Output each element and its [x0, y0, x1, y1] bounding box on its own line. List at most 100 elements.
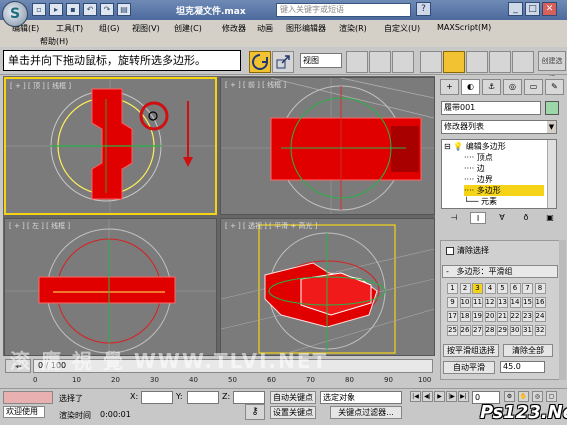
pin-stack-icon[interactable]: ⊣: [446, 212, 462, 224]
pivot-center-icon[interactable]: [346, 51, 368, 73]
next-frame-icon[interactable]: |▶: [446, 391, 457, 402]
rotate-tool-icon[interactable]: [249, 51, 271, 73]
smoothing-group-button[interactable]: 4: [484, 283, 496, 294]
smoothing-group-button[interactable]: 28: [484, 325, 496, 336]
smoothing-group-button[interactable]: 26: [459, 325, 471, 336]
smoothing-group-button[interactable]: 27: [472, 325, 483, 336]
viewport-front[interactable]: [ + ] [ 前 ] [ 线框 ]: [220, 77, 435, 215]
z-coordinate-field[interactable]: [233, 391, 265, 404]
viewport-top-label[interactable]: [ + ] [ 顶 ] [ 线框 ]: [10, 81, 71, 91]
object-name-field[interactable]: 履带001: [441, 101, 541, 115]
clear-all-button[interactable]: 清除全部: [503, 344, 553, 357]
viewport-perspective[interactable]: [ + ] [ 透视 ] [ 平滑 + 高光 ]: [220, 218, 435, 356]
stack-item-edge[interactable]: ···· 边: [464, 163, 485, 174]
viewport-top[interactable]: [ + ] [ 顶 ] [ 线框 ]: [4, 77, 217, 215]
menu-rendering[interactable]: 渲染(R): [339, 23, 367, 34]
chevron-down-icon[interactable]: ▼: [547, 121, 556, 133]
smoothing-group-button[interactable]: 23: [522, 311, 533, 322]
menu-modifiers[interactable]: 修改器: [222, 23, 246, 34]
maximize-button[interactable]: □: [525, 2, 540, 16]
redo-icon[interactable]: ↷: [100, 3, 114, 16]
checkbox-icon[interactable]: [446, 246, 454, 255]
goto-end-icon[interactable]: ▶|: [458, 391, 469, 402]
pan-view-icon[interactable]: ✋: [518, 391, 529, 402]
smoothing-group-button[interactable]: 16: [534, 297, 546, 308]
goto-start-icon[interactable]: |◀: [410, 391, 421, 402]
tab-modify[interactable]: ◐: [461, 79, 480, 95]
select-by-sg-button[interactable]: 按平滑组选择: [443, 344, 499, 357]
rollout-header[interactable]: - 多边形：平滑组: [442, 265, 558, 278]
set-key-button[interactable]: 设置关键点: [270, 406, 316, 419]
stack-item-vertex[interactable]: ···· 顶点: [464, 152, 493, 163]
project-folder-icon[interactable]: ▤: [117, 3, 131, 16]
close-button[interactable]: ✕: [542, 2, 557, 16]
smoothing-group-button[interactable]: 5: [497, 283, 508, 294]
maxscript-listener[interactable]: [3, 391, 53, 404]
save-file-icon[interactable]: ▪: [66, 3, 80, 16]
auto-smooth-button[interactable]: 自动平滑: [443, 361, 495, 374]
menu-help[interactable]: 帮助(H): [40, 36, 68, 47]
create-selection-set[interactable]: 创建选择: [538, 51, 566, 83]
stack-item-border[interactable]: ···· 边界: [464, 174, 493, 185]
time-config-icon[interactable]: ⚙: [504, 391, 515, 402]
menu-animation[interactable]: 动画: [257, 23, 273, 34]
panel-scrollbar[interactable]: [559, 240, 566, 380]
smoothing-group-button[interactable]: 19: [472, 311, 483, 322]
stack-scrollbar[interactable]: [547, 140, 556, 208]
menu-customize[interactable]: 自定义(U): [384, 23, 420, 34]
play-icon[interactable]: ▶: [434, 391, 445, 402]
smoothing-group-button[interactable]: 1: [447, 283, 458, 294]
orbit-view-icon[interactable]: ◎: [532, 391, 543, 402]
smoothing-group-button[interactable]: 15: [522, 297, 533, 308]
smoothing-group-button[interactable]: 20: [484, 311, 496, 322]
maximize-viewport-icon[interactable]: ▢: [546, 391, 557, 402]
stack-root[interactable]: ⊟ 💡 编辑多边形: [444, 141, 506, 152]
smoothing-group-button[interactable]: 2: [459, 283, 471, 294]
scale-tool-icon[interactable]: [272, 51, 294, 73]
smoothing-group-button[interactable]: 13: [497, 297, 508, 308]
menu-graph-editors[interactable]: 图形编辑器: [286, 23, 326, 34]
menu-maxscript[interactable]: MAXScript(M): [437, 23, 491, 32]
viewport-front-label[interactable]: [ + ] [ 前 ] [ 线框 ]: [225, 80, 286, 90]
remove-modifier-icon[interactable]: ð: [518, 212, 534, 224]
tab-motion[interactable]: ◎: [503, 79, 522, 95]
smoothing-group-button[interactable]: 24: [534, 311, 546, 322]
key-icon[interactable]: ⚷: [245, 404, 265, 420]
prev-frame-icon[interactable]: ◀|: [422, 391, 433, 402]
menu-views[interactable]: 视图(V): [132, 23, 160, 34]
viewport-left[interactable]: [ + ] [ 左 ] [ 线框 ]: [4, 218, 217, 356]
smoothing-group-button[interactable]: 8: [534, 283, 546, 294]
smoothing-group-button[interactable]: 31: [522, 325, 533, 336]
app-logo-icon[interactable]: S: [2, 1, 28, 27]
smoothing-group-button[interactable]: 11: [472, 297, 483, 308]
y-coordinate-field[interactable]: [187, 391, 219, 404]
minimize-button[interactable]: _: [508, 2, 523, 16]
smoothing-group-button[interactable]: 3: [472, 283, 483, 294]
smoothing-group-button[interactable]: 32: [534, 325, 546, 336]
viewport-perspective-label[interactable]: [ + ] [ 透视 ] [ 平滑 + 高光 ]: [225, 221, 317, 231]
smoothing-group-button[interactable]: 21: [497, 311, 508, 322]
stack-item-polygon[interactable]: ···· 多边形: [464, 185, 544, 196]
reference-coordinate-select[interactable]: 视图: [300, 53, 342, 68]
tab-create[interactable]: +: [440, 79, 459, 95]
smoothing-group-button[interactable]: 18: [459, 311, 471, 322]
tab-hierarchy[interactable]: ⚓: [482, 79, 501, 95]
smoothing-group-button[interactable]: 25: [447, 325, 458, 336]
smoothing-group-button[interactable]: 7: [522, 283, 533, 294]
undo-icon[interactable]: ↶: [83, 3, 97, 16]
make-unique-icon[interactable]: ∀: [494, 212, 510, 224]
x-coordinate-field[interactable]: [141, 391, 173, 404]
smoothing-group-button[interactable]: 22: [509, 311, 521, 322]
smoothing-group-button[interactable]: 17: [447, 311, 458, 322]
key-filters-button[interactable]: 关键点过滤器...: [330, 406, 402, 419]
menu-tools[interactable]: 工具(T): [56, 23, 83, 34]
search-input[interactable]: 键入关键字或短语: [276, 3, 411, 17]
configure-modifier-sets-icon[interactable]: ▣: [542, 212, 558, 224]
clear-selection-checkbox[interactable]: 清除选择: [446, 245, 489, 256]
modifier-list-select[interactable]: 修改器列表: [441, 120, 557, 134]
auto-key-button[interactable]: 自动关键点: [270, 391, 316, 404]
menu-create[interactable]: 创建(C): [174, 23, 202, 34]
tab-display[interactable]: ▭: [524, 79, 543, 95]
select-manipulate-icon[interactable]: [369, 51, 391, 73]
smoothing-group-button[interactable]: 10: [459, 297, 471, 308]
